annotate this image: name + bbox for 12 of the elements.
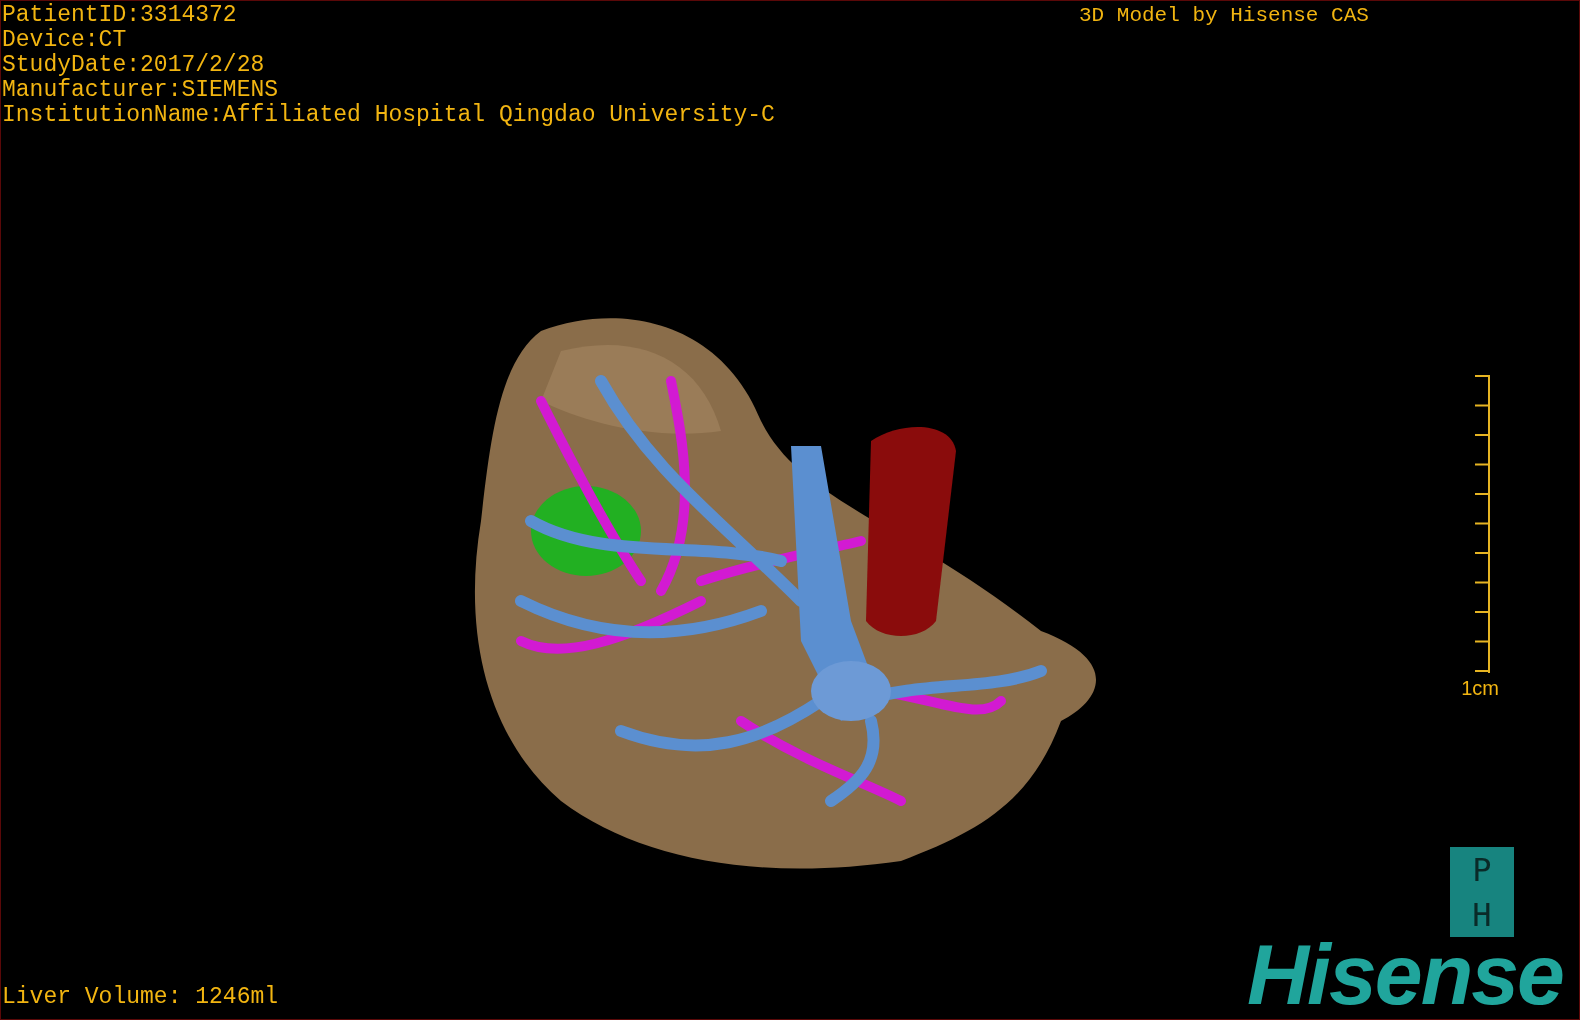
patient-info-text: StudyDate:2017/2/28 [2, 53, 266, 78]
liver-volume-text: Liver Volume: 1246ml [2, 984, 279, 1010]
patient-info-text: Device:CT [2, 28, 128, 53]
patient-info-text: PatientID:3314372 [2, 3, 238, 28]
model-title: 3D Model by Hisense CAS [1079, 4, 1369, 27]
scale-ruler-icon [1473, 375, 1493, 675]
patient-info-text: InstitutionName:Affiliated Hospital Qingdao University-C [2, 103, 775, 128]
logo-letter: H [1472, 896, 1492, 933]
logo-letter: P [1472, 851, 1492, 888]
scale-label: 1cm [1461, 677, 1499, 700]
patient-info-text: Manufacturer:SIEMENS [2, 78, 280, 103]
brand-wordmark: Hisense [1247, 931, 1563, 1017]
